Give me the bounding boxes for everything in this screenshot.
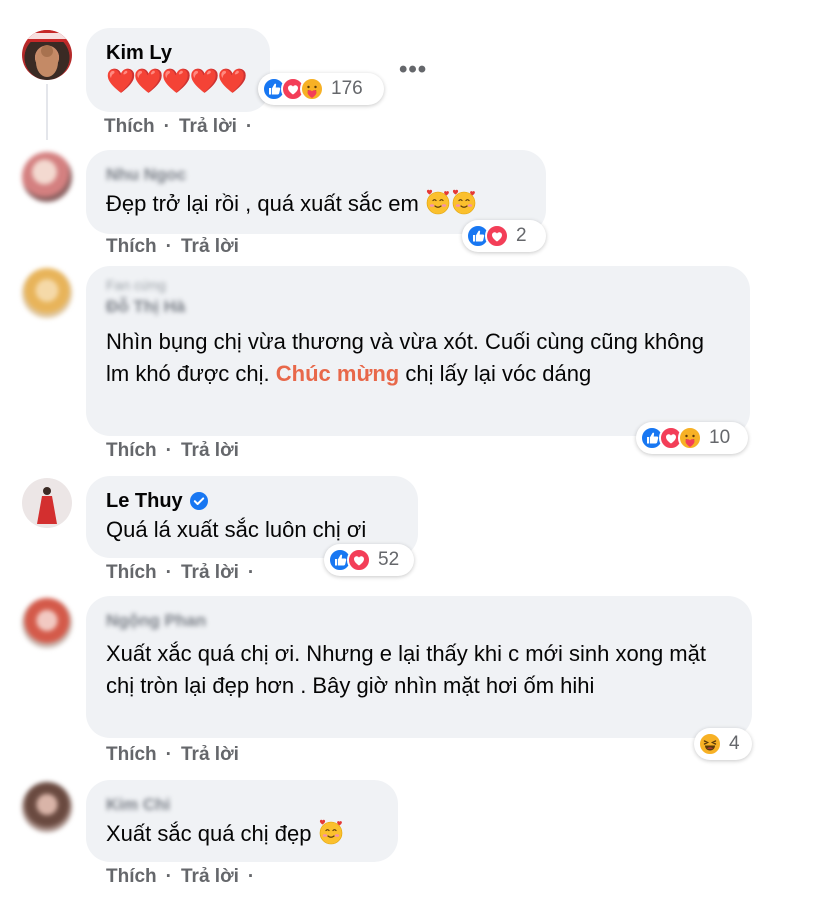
commenter-name[interactable]: Kim Ly	[106, 40, 250, 66]
fan-badge: Fan cứng	[106, 277, 166, 293]
heart-eyes-emoji	[451, 189, 477, 215]
love-icon	[347, 548, 371, 572]
reply-button[interactable]: Trả lời	[181, 562, 239, 584]
comment-bubble: Fan cứng Đỗ Thị Hà Nhìn bụng chị vừa thư…	[86, 266, 750, 436]
comment-actions: Thích · Trả lời	[106, 440, 239, 462]
avatar[interactable]	[22, 152, 72, 202]
like-button[interactable]: Thích	[106, 744, 157, 766]
reaction-count: 10	[709, 427, 731, 448]
comment-actions: Thích · Trả lời ·	[106, 562, 254, 584]
comment-bubble: Kim Chi Xuất sắc quá chị đẹp	[86, 780, 398, 862]
reply-button[interactable]: Trả lời	[181, 866, 239, 888]
comment-text: Quá lá xuất sắc luôn chị ơi	[106, 517, 367, 542]
reaction-summary[interactable]: 2	[462, 220, 546, 252]
commenter-name[interactable]: Kim Chi	[106, 792, 378, 818]
care-icon	[678, 426, 702, 450]
reply-button[interactable]: Trả lời	[179, 116, 237, 138]
reaction-summary[interactable]: 10	[636, 422, 748, 454]
reaction-count: 176	[331, 78, 363, 99]
comment-actions: Thích · Trả lời ·	[106, 866, 254, 888]
commenter-name[interactable]: Le Thuy	[106, 488, 398, 514]
separator: ·	[165, 440, 172, 461]
separator: ·	[163, 116, 170, 137]
reply-button[interactable]: Trả lời	[181, 236, 239, 258]
reaction-summary[interactable]: 176	[258, 73, 384, 105]
reaction-count: 4	[729, 733, 740, 754]
comment-bubble: Ngộng Phan Xuất xắc quá chị ơi. Nhưng e …	[86, 596, 752, 738]
heart-eyes-emoji	[318, 819, 344, 845]
like-button[interactable]: Thích	[106, 440, 157, 462]
haha-icon	[698, 732, 722, 756]
like-button[interactable]: Thích	[106, 866, 157, 888]
reply-button[interactable]: Trả lời	[181, 440, 239, 462]
avatar[interactable]	[22, 30, 72, 80]
more-options-icon[interactable]: •••	[399, 56, 427, 84]
separator: ·	[245, 116, 253, 137]
separator: ·	[165, 236, 172, 257]
avatar[interactable]	[22, 598, 72, 648]
comment-text-content: chị lấy lại vóc dáng	[399, 361, 592, 386]
comment-text: ❤️❤️❤️❤️❤️	[106, 68, 247, 95]
reaction-count: 2	[516, 225, 527, 246]
commenter-name[interactable]: Đỗ Thị Hà	[106, 294, 730, 320]
separator: ·	[165, 562, 172, 583]
comment-text: Xuất xắc quá chị ơi. Nhưng e lại thấy kh…	[106, 641, 706, 698]
commenter-name-text: Le Thuy	[106, 490, 183, 512]
comment-text-content: Đẹp trở lại rồi , quá xuất sắc em	[106, 191, 419, 216]
separator: ·	[165, 744, 172, 765]
comment-text: Nhìn bụng chị vừa thương và vừa xót. Cuố…	[106, 326, 730, 390]
reply-button[interactable]: Trả lời	[181, 744, 239, 766]
comment-text: Xuất sắc quá chị đẹp	[106, 818, 378, 850]
reaction-summary[interactable]: 4	[694, 728, 752, 760]
comment-bubble: Kim Ly ❤️❤️❤️❤️❤️	[86, 28, 270, 112]
highlighted-text: Chúc mừng	[275, 361, 400, 386]
separator: ·	[247, 562, 255, 583]
like-button[interactable]: Thích	[104, 116, 155, 138]
separator: ·	[165, 866, 172, 887]
avatar[interactable]	[22, 782, 72, 832]
like-button[interactable]: Thích	[106, 236, 157, 258]
separator: ·	[247, 866, 255, 887]
comment-text: Đẹp trở lại rồi , quá xuất sắc em	[106, 188, 526, 220]
commenter-name[interactable]: Nhu Ngoc	[106, 162, 526, 188]
comment-actions: Thích · Trả lời	[106, 744, 239, 766]
reaction-summary[interactable]: 52	[324, 544, 414, 576]
love-icon	[485, 224, 509, 248]
comment-actions: Thích · Trả lời	[106, 236, 239, 258]
heart-eyes-emoji	[425, 189, 451, 215]
verified-icon	[189, 492, 208, 510]
reaction-count: 52	[378, 549, 400, 570]
avatar[interactable]	[22, 478, 72, 528]
care-icon	[300, 77, 324, 101]
comment-text-content: Xuất sắc quá chị đẹp	[106, 821, 312, 846]
thread-line	[46, 84, 48, 140]
like-button[interactable]: Thích	[106, 562, 157, 584]
comment-actions: Thích · Trả lời ·	[104, 116, 252, 138]
avatar[interactable]	[22, 268, 72, 318]
commenter-name[interactable]: Ngộng Phan	[106, 608, 732, 634]
